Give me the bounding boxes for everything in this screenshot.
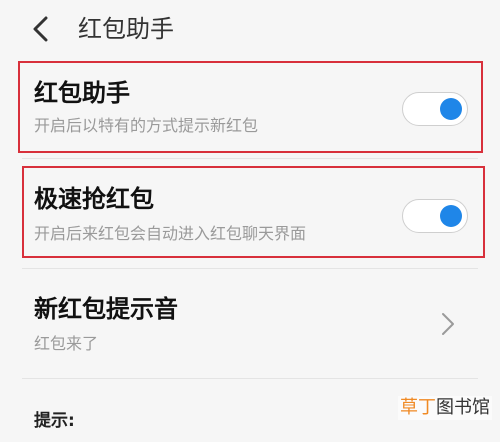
highlight-box <box>22 166 485 258</box>
watermark-text: 图书馆 <box>436 397 490 418</box>
watermark: 草丁图书馆 <box>398 396 492 420</box>
setting-row-notification-sound[interactable]: 新红包提示音 红包来了 <box>0 272 500 372</box>
page-title: 红包助手 <box>78 15 174 43</box>
divider <box>22 158 478 159</box>
divider <box>22 378 478 379</box>
tip-label: 提示: <box>34 411 75 431</box>
divider <box>22 268 478 269</box>
chevron-right-icon <box>442 313 454 335</box>
setting-title: 新红包提示音 <box>34 295 178 323</box>
watermark-accent: 草丁 <box>400 397 436 418</box>
top-bar: 红包助手 <box>0 0 500 58</box>
highlight-box <box>18 61 483 153</box>
back-button[interactable] <box>26 14 56 44</box>
chevron-left-icon <box>33 16 48 42</box>
setting-subtitle: 红包来了 <box>34 334 99 353</box>
